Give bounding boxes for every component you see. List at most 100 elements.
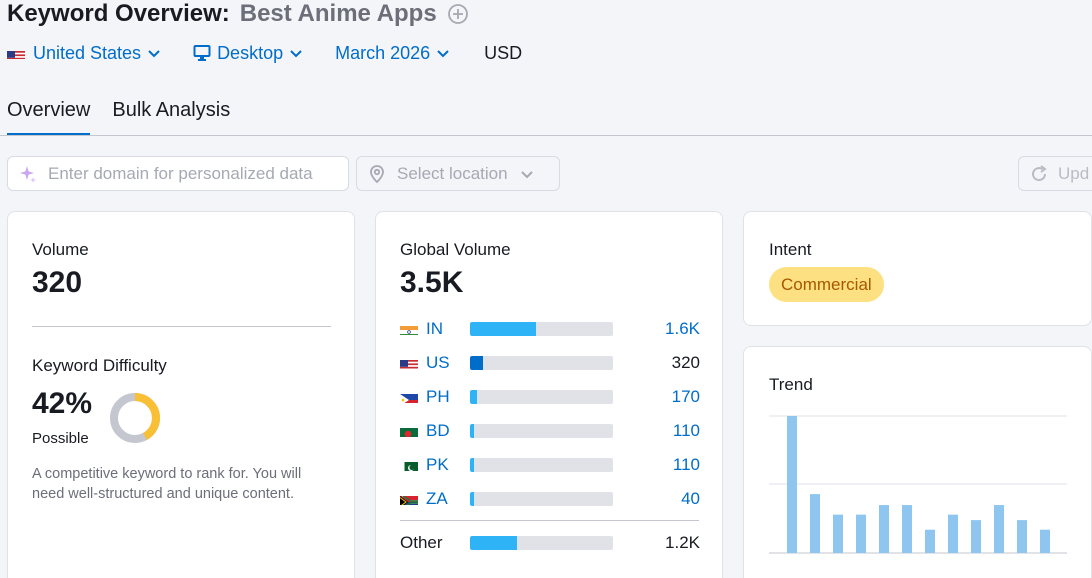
south-africa-flag-icon [400, 493, 418, 505]
trend-bar[interactable] [1040, 529, 1050, 553]
chevron-down-icon [437, 50, 449, 58]
trend-bar[interactable] [787, 416, 797, 553]
location-pin-icon [370, 164, 384, 183]
country-volume[interactable]: 110 [673, 455, 700, 475]
country-row-ph: PH 170 [400, 387, 700, 407]
date-label: March 2026 [335, 42, 431, 63]
refresh-icon [1032, 164, 1047, 181]
tabs-bar: Overview Bulk Analysis [7, 96, 252, 136]
pakistan-flag-icon [400, 459, 418, 471]
country-volume[interactable]: 170 [672, 387, 700, 407]
country-code[interactable]: BD [426, 421, 466, 441]
volume-bar-track [470, 424, 613, 438]
volume-bar-fill [470, 322, 536, 336]
volume-bar-fill [470, 390, 477, 404]
country-row-in: IN 1.6K [400, 319, 700, 339]
country-code[interactable]: PH [426, 387, 466, 407]
add-to-list-icon[interactable] [447, 3, 469, 25]
volume-bar-track [470, 322, 613, 336]
us-flag-icon [90, 277, 108, 289]
page-header: Keyword Overview: Best Anime Apps [7, 0, 469, 28]
country-label: United States [33, 42, 142, 63]
country-volume[interactable]: 110 [673, 421, 700, 441]
domain-input-wrapper [7, 156, 349, 191]
volume-bar-track [470, 536, 613, 550]
country-code[interactable]: IN [426, 319, 466, 339]
trend-bar[interactable] [1017, 520, 1027, 553]
country-row-us: US 320 [400, 353, 700, 373]
volume-bar-fill [470, 458, 475, 472]
tab-overview[interactable]: Overview [7, 96, 91, 136]
keyword-title: Best Anime Apps [239, 0, 437, 27]
filters-bar: United States Desktop March 2026 USD [7, 40, 522, 66]
country-row-pk: PK 110 [400, 455, 700, 475]
trend-bar[interactable] [833, 514, 843, 553]
update-button[interactable]: Upd [1018, 156, 1092, 191]
trend-bar[interactable] [810, 494, 820, 553]
volume-card: Volume 320 Keyword Difficulty 42% Possib… [7, 211, 355, 578]
trend-bar[interactable] [925, 529, 935, 553]
desktop-icon [193, 45, 211, 61]
date-selector[interactable]: March 2026 [335, 43, 450, 64]
country-row-za: ZA 40 [400, 489, 700, 509]
tabs-divider [0, 135, 1092, 136]
volume-bar-fill [470, 492, 475, 506]
country-row-other: Other 1.2K [400, 533, 700, 553]
kd-level: Possible [32, 430, 89, 447]
chevron-down-icon [148, 50, 160, 58]
volume-bar-track [470, 390, 613, 404]
volume-bar-fill [470, 536, 518, 550]
us-flag-icon [400, 357, 418, 369]
india-flag-icon [400, 323, 418, 335]
device-label: Desktop [217, 42, 284, 63]
currency-label: USD [484, 42, 523, 63]
global-volume-divider [400, 520, 699, 521]
chevron-down-icon [520, 170, 533, 178]
intent-label: Intent [769, 240, 812, 259]
chevron-down-icon [290, 50, 302, 58]
volume-bar-track [470, 458, 613, 472]
global-volume-card: Global Volume 3.5K IN 1.6K US 320 PH 170… [375, 211, 723, 578]
other-label: Other [400, 533, 443, 552]
sparkle-icon [20, 165, 36, 183]
trend-bar[interactable] [948, 514, 958, 553]
trend-bar[interactable] [879, 505, 889, 553]
country-volume[interactable]: 40 [681, 489, 700, 509]
intent-badge: Commercial [769, 267, 884, 302]
kd-donut-chart [110, 393, 160, 443]
country-selector[interactable]: United States [7, 43, 161, 64]
volume-divider [32, 326, 331, 327]
trend-bar[interactable] [994, 505, 1004, 553]
country-volume: 320 [671, 353, 700, 372]
trend-chart [769, 415, 1067, 554]
volume-bar-track [470, 356, 613, 370]
location-placeholder: Select location [397, 163, 508, 183]
trend-bar[interactable] [971, 520, 981, 553]
us-flag-icon [7, 47, 25, 59]
country-volume[interactable]: 1.6K [665, 319, 700, 339]
global-volume-value: 3.5K [400, 266, 464, 299]
country-row-bd: BD 110 [400, 421, 700, 441]
domain-input[interactable] [48, 163, 338, 184]
trend-bar[interactable] [856, 514, 866, 553]
global-volume-label: Global Volume [400, 240, 511, 259]
volume-label: Volume [32, 240, 89, 259]
volume-value-wrapper: 320 [32, 266, 108, 300]
volume-value: 320 [32, 266, 83, 299]
location-selector[interactable]: Select location [356, 156, 560, 191]
tab-bulk-analysis[interactable]: Bulk Analysis [112, 96, 230, 136]
kd-value: 42% [32, 387, 93, 420]
other-volume: 1.2K [665, 533, 700, 552]
update-label: Upd [1058, 163, 1090, 183]
trend-label: Trend [769, 375, 813, 394]
country-code[interactable]: ZA [426, 489, 466, 509]
page-title: Keyword Overview: [7, 0, 230, 27]
trend-bar[interactable] [902, 505, 912, 553]
country-code[interactable]: PK [426, 455, 466, 475]
kd-label: Keyword Difficulty [32, 356, 167, 375]
trend-card: Trend [743, 346, 1092, 578]
country-code[interactable]: US [426, 353, 466, 373]
bangladesh-flag-icon [400, 425, 418, 437]
kd-description: A competitive keyword to rank for. You w… [32, 466, 302, 502]
device-selector[interactable]: Desktop [193, 43, 303, 64]
